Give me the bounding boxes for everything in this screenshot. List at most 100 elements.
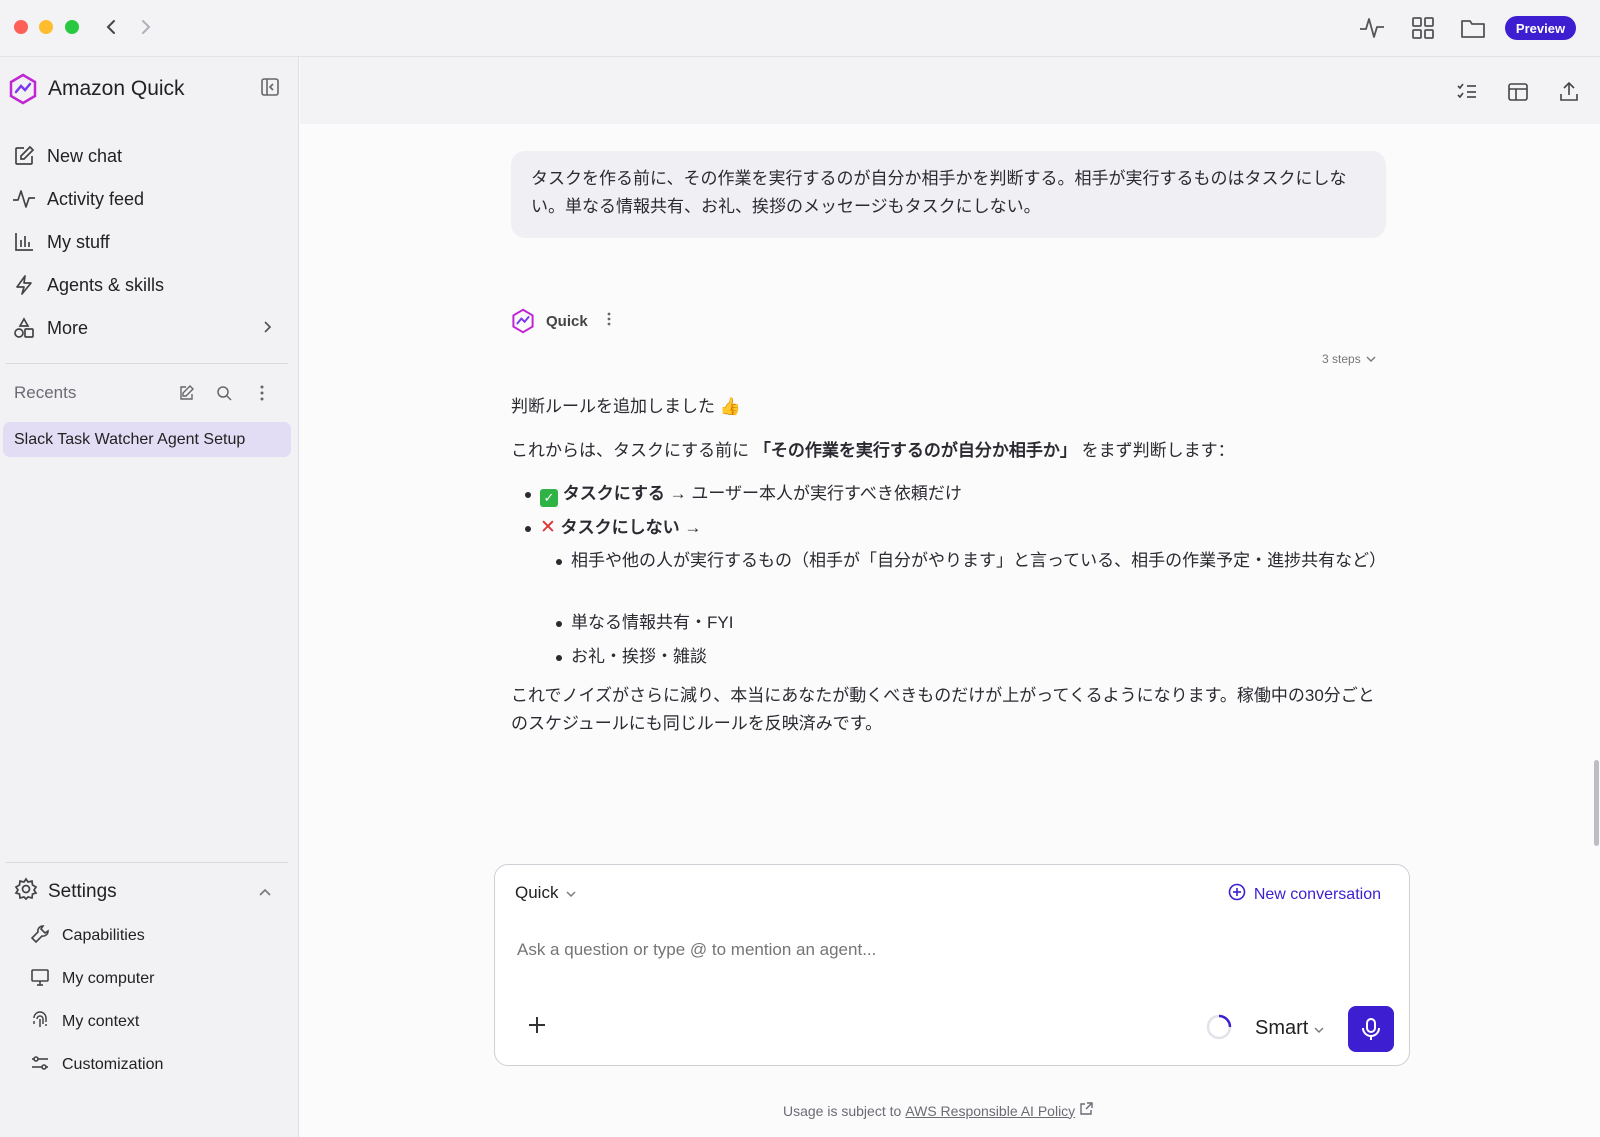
activity-icon [12, 187, 36, 211]
bullet-not-task: ✕ タスクにしない → [540, 514, 701, 542]
agent-options-icon[interactable] [607, 312, 611, 331]
sub-bullet-others: 相手や他の人が実行するもの（相手が「自分がやります」と言っている、相手の作業予定… [571, 551, 1387, 570]
bar-chart-icon [12, 230, 36, 254]
task-list-icon[interactable] [1454, 79, 1480, 105]
settings-item-capabilities[interactable]: Capabilities [30, 921, 145, 951]
check-mark-icon: ✓ [540, 489, 558, 507]
sidebar-divider [6, 363, 288, 364]
search-icon[interactable] [214, 383, 234, 403]
agent-selector[interactable]: Quick [515, 883, 576, 903]
lightning-icon [12, 273, 36, 297]
sidebar-item-label: My stuff [47, 231, 110, 252]
sidebar-item-my-stuff[interactable]: My stuff [12, 224, 288, 260]
scrollbar[interactable] [1594, 760, 1599, 846]
sidebar-item-label: Activity feed [47, 188, 145, 209]
recent-item[interactable]: Slack Task Watcher Agent Setup [3, 422, 291, 457]
more-options-icon[interactable] [252, 383, 272, 403]
settings-label: Settings [48, 881, 117, 902]
mode-label: Smart [1255, 1017, 1309, 1039]
main-toolbar [300, 57, 1600, 124]
bullet-text: → [679, 518, 702, 537]
reply-line-2: これからは、タスクにする前に 「その作業を実行するのが自分か相手か」 をまず判断… [511, 437, 1386, 465]
agent-name: Quick [546, 312, 588, 330]
ai-policy-link[interactable]: AWS Responsible AI Policy [905, 1103, 1075, 1119]
chevron-right-icon [262, 318, 272, 339]
sub-bullet-dot [556, 621, 562, 627]
fingerprint-icon [30, 1010, 50, 1035]
external-link-icon [1079, 1102, 1093, 1119]
folder-icon[interactable] [1459, 14, 1487, 42]
sub-bullet-dot [556, 655, 562, 661]
bullet-dot [525, 526, 531, 532]
sidebar: Amazon Quick New chat Activity feed My s… [0, 57, 299, 1137]
microphone-button[interactable] [1348, 1006, 1394, 1052]
add-attachment-icon[interactable] [525, 1013, 549, 1037]
settings-header[interactable]: Settings [14, 877, 286, 907]
new-conversation-button[interactable]: New conversation [1228, 883, 1381, 906]
sliders-icon [30, 1053, 50, 1078]
monitor-icon [30, 967, 50, 992]
maximize-window-button[interactable] [65, 20, 79, 34]
wrench-icon [30, 924, 50, 949]
new-conversation-label: New conversation [1253, 885, 1381, 903]
edit-icon [12, 144, 36, 168]
settings-item-label: My context [62, 1013, 140, 1030]
chevron-down-icon [566, 883, 576, 903]
new-recent-edit-icon[interactable] [176, 383, 196, 403]
recents-label: Recents [14, 383, 77, 402]
microphone-icon [1362, 1018, 1380, 1040]
user-message: タスクを作る前に、その作業を実行するのが自分か相手かを判断する。相手が実行するも… [511, 151, 1386, 238]
sidebar-item-label: Agents & skills [47, 274, 165, 295]
sidebar-item-more[interactable]: More [12, 310, 288, 346]
shapes-icon [12, 316, 36, 340]
settings-item-my-computer[interactable]: My computer [30, 964, 154, 994]
settings-item-label: Customization [62, 1056, 164, 1073]
sidebar-item-label: New chat [47, 145, 123, 166]
bullet-bold-text: タスクにする [562, 484, 665, 503]
share-icon[interactable] [1556, 79, 1582, 105]
sidebar-item-activity-feed[interactable]: Activity feed [12, 181, 288, 217]
panel-icon[interactable] [1505, 79, 1531, 105]
agent-selector-label: Quick [515, 883, 559, 902]
bullet-bold-text: タスクにしない [560, 518, 680, 537]
bullet-task: ✓ タスクにする → ユーザー本人が実行すべき依頼だけ [540, 480, 962, 508]
close-window-button[interactable] [14, 20, 28, 34]
preview-badge[interactable]: Preview [1505, 16, 1576, 40]
forward-icon[interactable] [133, 14, 159, 40]
title-bar: Preview [0, 0, 1600, 57]
sub-bullet-greetings: お礼・挨拶・雑談 [571, 647, 707, 666]
chevron-down-icon [1366, 352, 1376, 366]
reply-closing: これでノイズがさらに減り、本当にあなたが動くべきものだけが上がってくるようになり… [511, 686, 1375, 733]
plus-circle-icon [1228, 883, 1246, 906]
loading-spinner-icon [1205, 1013, 1233, 1046]
footer-text: Usage is subject to [783, 1102, 902, 1119]
bullet-dot [525, 492, 531, 498]
steps-label: 3 steps [1322, 352, 1361, 366]
settings-item-label: My computer [62, 970, 155, 987]
quick-agent-logo-icon [512, 308, 534, 334]
mode-selector[interactable]: Smart [1255, 1017, 1324, 1040]
collapse-sidebar-icon[interactable] [260, 77, 280, 102]
settings-item-label: Capabilities [62, 927, 145, 944]
activity-icon[interactable] [1358, 14, 1386, 42]
brand[interactable]: Amazon Quick [8, 73, 185, 105]
bullet-text: → ユーザー本人が実行すべき依頼だけ [664, 484, 962, 503]
grid-icon[interactable] [1409, 14, 1437, 42]
reply-line-1: 判断ルールを追加しました 👍 [511, 397, 741, 416]
sidebar-item-agents-skills[interactable]: Agents & skills [12, 267, 288, 303]
brand-name: Amazon Quick [48, 77, 185, 100]
chat-input[interactable] [515, 939, 1375, 961]
sidebar-item-label: More [47, 317, 89, 338]
minimize-window-button[interactable] [39, 20, 53, 34]
back-icon[interactable] [98, 14, 124, 40]
settings-item-customization[interactable]: Customization [30, 1050, 163, 1080]
sub-bullet-fyi: 単なる情報共有・FYI [571, 613, 734, 632]
steps-toggle[interactable]: 3 steps [1322, 352, 1376, 366]
agent-header: Quick [511, 308, 611, 334]
cross-mark-icon: ✕ [540, 517, 556, 538]
sidebar-item-new-chat[interactable]: New chat [12, 138, 288, 174]
amazon-quick-logo-icon [9, 73, 37, 105]
gear-icon [14, 877, 38, 907]
chevron-down-icon [1314, 1017, 1324, 1040]
settings-item-my-context[interactable]: My context [30, 1007, 139, 1037]
